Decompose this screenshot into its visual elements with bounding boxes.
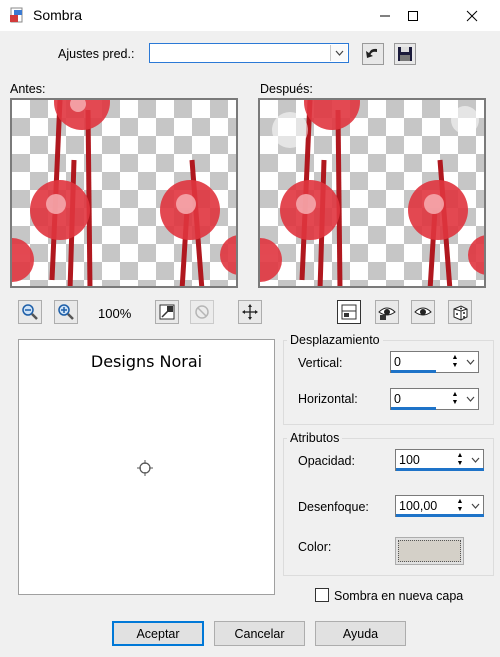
fit-preview-button[interactable] bbox=[155, 300, 179, 324]
sample-text: Designs Norai bbox=[90, 352, 203, 371]
blur-spinbox[interactable]: 100,00 ▲ ▼ bbox=[395, 495, 484, 517]
vertical-label: Vertical: bbox=[298, 356, 343, 370]
layout-icon bbox=[341, 304, 357, 320]
fit-window-icon bbox=[159, 304, 175, 320]
lock-preview-button[interactable] bbox=[190, 300, 214, 324]
move-arrows-icon bbox=[242, 304, 258, 320]
color-label: Color: bbox=[298, 540, 332, 554]
horizontal-slider-bar[interactable] bbox=[391, 407, 436, 410]
color-swatch bbox=[398, 540, 461, 562]
chevron-down-icon[interactable] bbox=[463, 390, 477, 408]
presets-label: Ajustes pred.: bbox=[58, 47, 135, 61]
maximize-icon bbox=[408, 10, 418, 21]
cancel-button[interactable]: Cancelar bbox=[214, 621, 305, 646]
chevron-down-icon[interactable] bbox=[330, 45, 347, 61]
zoom-level: 100% bbox=[98, 306, 132, 321]
ok-button[interactable]: Aceptar bbox=[112, 621, 204, 646]
maximize-button[interactable] bbox=[390, 0, 436, 31]
proof-button[interactable] bbox=[337, 300, 361, 324]
eye-icon bbox=[414, 307, 432, 316]
horizontal-value: 0 bbox=[394, 392, 401, 406]
presets-combo[interactable] bbox=[149, 43, 349, 63]
window-title: Sombra bbox=[33, 7, 83, 23]
new-layer-checkbox[interactable] bbox=[315, 588, 329, 602]
blur-value: 100,00 bbox=[399, 499, 438, 513]
flower-image-shadow bbox=[260, 100, 484, 286]
crosshair-icon[interactable] bbox=[137, 460, 153, 476]
blur-label: Desenfoque: bbox=[298, 500, 369, 514]
attributes-group-title: Atributos bbox=[287, 431, 343, 445]
vertical-value: 0 bbox=[394, 355, 401, 369]
close-icon bbox=[466, 10, 478, 21]
view-original-button[interactable] bbox=[411, 300, 435, 324]
opacity-value: 100 bbox=[399, 453, 420, 467]
sombra-dialog-icon bbox=[10, 7, 23, 23]
chevron-down-icon[interactable] bbox=[468, 451, 482, 469]
help-button[interactable]: Ayuda bbox=[315, 621, 406, 646]
close-button[interactable] bbox=[449, 0, 495, 31]
horizontal-up-down-icon[interactable]: ▲ ▼ bbox=[448, 390, 462, 408]
horizontal-label: Horizontal: bbox=[298, 392, 358, 406]
blur-up-down-icon[interactable]: ▲ ▼ bbox=[453, 497, 467, 515]
save-preset-button[interactable] bbox=[393, 42, 417, 66]
reset-arrow-icon bbox=[362, 43, 384, 65]
new-layer-label[interactable]: Sombra en nueva capa bbox=[334, 589, 463, 603]
offset-group-title: Desplazamiento bbox=[287, 333, 383, 347]
zoom-out-button[interactable] bbox=[18, 300, 42, 324]
after-preview[interactable] bbox=[258, 98, 486, 288]
randomize-button[interactable] bbox=[448, 300, 472, 324]
title-bar: Sombra bbox=[0, 0, 500, 31]
before-preview[interactable] bbox=[10, 98, 238, 288]
zoom-in-button[interactable] bbox=[54, 300, 78, 324]
chevron-down-icon[interactable] bbox=[463, 353, 477, 371]
zoom-out-icon bbox=[22, 304, 38, 320]
flower-image bbox=[12, 100, 236, 286]
opacity-up-down-icon[interactable]: ▲ ▼ bbox=[453, 451, 467, 469]
vertical-slider-bar[interactable] bbox=[391, 370, 436, 373]
dice-icon bbox=[453, 305, 468, 321]
shadow-dialog: Sombra Ajustes pred.: Antes: Después: 10… bbox=[0, 0, 500, 657]
vertical-spinbox[interactable]: 0 ▲ ▼ bbox=[390, 351, 479, 373]
auto-proof-button[interactable] bbox=[375, 300, 399, 324]
horizontal-spinbox[interactable]: 0 ▲ ▼ bbox=[390, 388, 479, 410]
after-label: Después: bbox=[260, 82, 313, 96]
shadow-sample-preview[interactable]: Designs Norai bbox=[18, 339, 275, 595]
pan-button[interactable] bbox=[238, 300, 262, 324]
eye-auto-icon bbox=[378, 307, 396, 320]
shadow-color-button[interactable] bbox=[395, 537, 464, 565]
floppy-disk-icon bbox=[394, 43, 416, 65]
chevron-down-icon[interactable] bbox=[468, 497, 482, 515]
before-label: Antes: bbox=[10, 82, 46, 96]
reset-presets-button[interactable] bbox=[361, 42, 385, 66]
no-entry-icon bbox=[195, 305, 209, 319]
vertical-up-down-icon[interactable]: ▲ ▼ bbox=[448, 353, 462, 371]
opacity-spinbox[interactable]: 100 ▲ ▼ bbox=[395, 449, 484, 471]
zoom-in-icon bbox=[58, 304, 74, 320]
opacity-label: Opacidad: bbox=[298, 454, 355, 468]
